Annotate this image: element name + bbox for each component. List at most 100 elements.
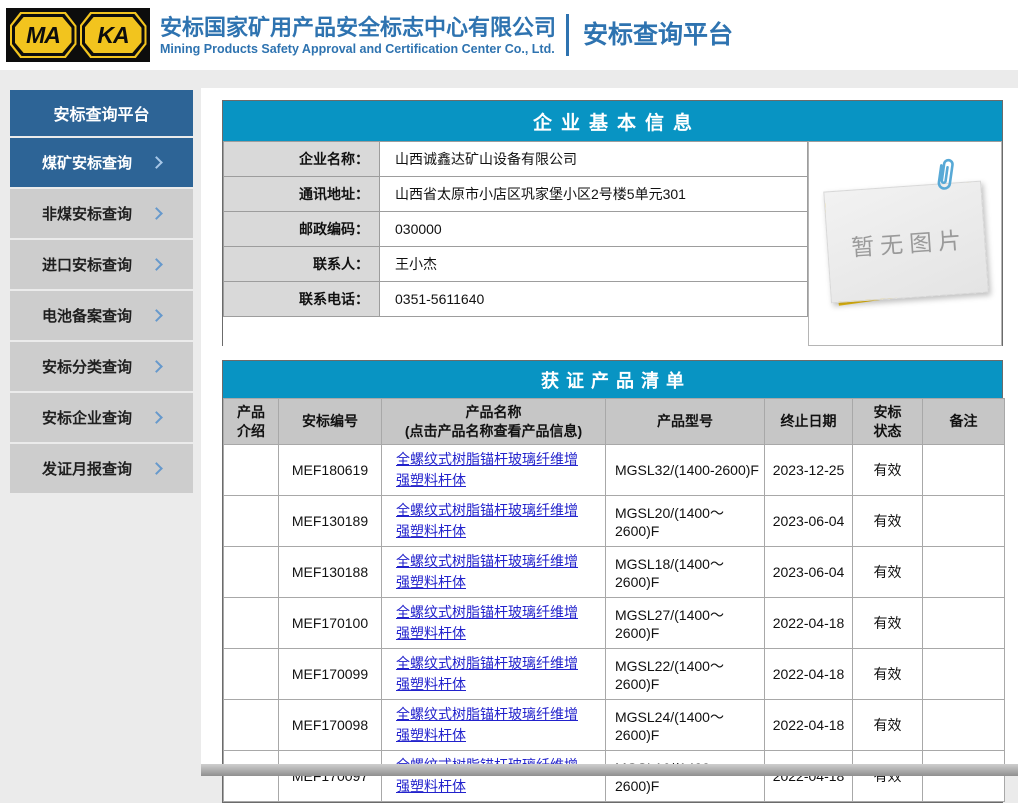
product-name-cell: 全螺纹式树脂锚杆玻璃纤维增强塑料杆体 <box>382 445 606 496</box>
page-bottom-shadow <box>201 764 1018 776</box>
product-name-cell: 全螺纹式树脂锚杆玻璃纤维增强塑料杆体 <box>382 751 606 802</box>
product-name-cell: 全螺纹式树脂锚杆玻璃纤维增强塑料杆体 <box>382 496 606 547</box>
maka-logo: MA KA <box>6 8 150 62</box>
company-name-label: 企业名称： <box>224 142 380 177</box>
sidebar-item-label: 发证月报查询 <box>42 458 132 479</box>
table-row: MEF170098 全螺纹式树脂锚杆玻璃纤维增强塑料杆体 MGSL24/(140… <box>224 700 1005 751</box>
note-cell <box>923 649 1005 700</box>
sidebar-title: 安标查询平台 <box>10 90 193 136</box>
end-date-cell: 2022-04-18 <box>765 598 853 649</box>
product-name-link[interactable]: 全螺纹式树脂锚杆玻璃纤维增强塑料杆体 <box>396 451 578 488</box>
status-cell: 有效 <box>853 598 923 649</box>
chevron-right-icon <box>150 258 163 271</box>
no-image-card: 暂无图片 <box>823 181 988 304</box>
ma-badge-icon: MA <box>10 12 77 58</box>
table-row: 联系人： 王小杰 <box>224 247 808 282</box>
table-row: 通讯地址： 山西省太原市小店区巩家堡小区2号楼5单元301 <box>224 177 808 212</box>
note-cell <box>923 547 1005 598</box>
ma-badge-text: MA <box>15 17 72 53</box>
org-name-cn: 安标国家矿用产品安全标志中心有限公司 <box>160 14 556 42</box>
address-label: 通讯地址： <box>224 177 380 212</box>
chevron-right-icon <box>150 360 163 373</box>
col-header-note: 备注 <box>923 399 1005 445</box>
note-cell <box>923 598 1005 649</box>
chevron-right-icon <box>150 411 163 424</box>
product-list-title: 获证产品清单 <box>223 361 1002 398</box>
sidebar-item-battery-query[interactable]: 电池备案查询 <box>10 291 193 340</box>
approval-code-cell: MEF130189 <box>279 496 382 547</box>
org-name-en: Mining Products Safety Approval and Cert… <box>160 42 556 56</box>
col-header-product-intro: 产品介绍 <box>224 399 279 445</box>
product-name-link[interactable]: 全螺纹式树脂锚杆玻璃纤维增强塑料杆体 <box>396 502 578 539</box>
sidebar-item-monthly-report-query[interactable]: 发证月报查询 <box>10 444 193 493</box>
sidebar-item-label: 安标企业查询 <box>42 407 132 428</box>
col-header-end-date: 终止日期 <box>765 399 853 445</box>
approval-code-cell: MEF180619 <box>279 445 382 496</box>
product-list-section: 获证产品清单 产品介绍 安标编号 产品名称(点击产品名称查看产品信息) <box>222 360 1003 803</box>
sidebar-item-label: 进口安标查询 <box>42 254 132 275</box>
status-cell: 有效 <box>853 445 923 496</box>
main-panel: 企业基本信息 企业名称： 山西诚鑫达矿山设备有限公司 通讯地址： 山西省太原市小… <box>201 88 1018 764</box>
contact-person-value: 王小杰 <box>380 247 808 282</box>
col-header-status: 安标状态 <box>853 399 923 445</box>
end-date-cell: 2023-12-25 <box>765 445 853 496</box>
col-header-approval-code: 安标编号 <box>279 399 382 445</box>
sidebar-item-label: 电池备案查询 <box>42 305 132 326</box>
product-model-cell: MGSL22/(1400～2600)F <box>606 649 765 700</box>
product-intro-cell <box>224 700 279 751</box>
header-divider <box>566 14 569 56</box>
note-cell <box>923 445 1005 496</box>
table-row: 邮政编码： 030000 <box>224 212 808 247</box>
table-row: 联系电话： 0351-5611640 <box>224 282 808 317</box>
sidebar-item-label: 非煤安标查询 <box>42 203 132 224</box>
product-name-cell: 全螺纹式树脂锚杆玻璃纤维增强塑料杆体 <box>382 598 606 649</box>
postcode-label: 邮政编码： <box>224 212 380 247</box>
org-names: 安标国家矿用产品安全标志中心有限公司 Mining Products Safet… <box>160 14 556 56</box>
product-name-link[interactable]: 全螺纹式树脂锚杆玻璃纤维增强塑料杆体 <box>396 655 578 692</box>
product-name-link[interactable]: 全螺纹式树脂锚杆玻璃纤维增强塑料杆体 <box>396 553 578 590</box>
status-cell: 有效 <box>853 496 923 547</box>
end-date-cell: 2022-04-18 <box>765 751 853 802</box>
status-cell: 有效 <box>853 751 923 802</box>
product-model-cell: MGSL18/(1400～2600)F <box>606 547 765 598</box>
table-row: MEF180619 全螺纹式树脂锚杆玻璃纤维增强塑料杆体 MGSL32/(140… <box>224 445 1005 496</box>
ka-badge-text: KA <box>85 17 142 53</box>
product-name-link[interactable]: 全螺纹式树脂锚杆玻璃纤维增强塑料杆体 <box>396 604 578 641</box>
status-cell: 有效 <box>853 649 923 700</box>
product-table-header-row: 产品介绍 安标编号 产品名称(点击产品名称查看产品信息) 产品型号 终止日期 <box>224 399 1005 445</box>
sidebar-item-import-query[interactable]: 进口安标查询 <box>10 240 193 289</box>
enterprise-info-section: 企业基本信息 企业名称： 山西诚鑫达矿山设备有限公司 通讯地址： 山西省太原市小… <box>222 100 1003 346</box>
product-name-cell: 全螺纹式树脂锚杆玻璃纤维增强塑料杆体 <box>382 547 606 598</box>
company-image-placeholder: 暂无图片 <box>808 141 1003 346</box>
product-intro-cell <box>224 547 279 598</box>
end-date-cell: 2022-04-18 <box>765 649 853 700</box>
paperclip-icon <box>930 155 959 196</box>
address-value: 山西省太原市小店区巩家堡小区2号楼5单元301 <box>380 177 808 212</box>
end-date-cell: 2023-06-04 <box>765 496 853 547</box>
table-row: MEF170099 全螺纹式树脂锚杆玻璃纤维增强塑料杆体 MGSL22/(140… <box>224 649 1005 700</box>
end-date-cell: 2023-06-04 <box>765 547 853 598</box>
approval-code-cell: MEF170100 <box>279 598 382 649</box>
product-model-cell: MGSL27/(1400～2600)F <box>606 598 765 649</box>
no-image-text: 暂无图片 <box>843 221 967 263</box>
product-intro-cell <box>224 496 279 547</box>
product-table: 产品介绍 安标编号 产品名称(点击产品名称查看产品信息) 产品型号 终止日期 <box>223 398 1005 802</box>
product-intro-cell <box>224 598 279 649</box>
sidebar-item-enterprise-query[interactable]: 安标企业查询 <box>10 393 193 442</box>
product-name-link[interactable]: 全螺纹式树脂锚杆玻璃纤维增强塑料杆体 <box>396 706 578 743</box>
approval-code-cell: MEF170099 <box>279 649 382 700</box>
note-cell <box>923 496 1005 547</box>
approval-code-cell: MEF130188 <box>279 547 382 598</box>
sidebar-item-coal-query[interactable]: 煤矿安标查询 <box>10 138 193 187</box>
sidebar-item-category-query[interactable]: 安标分类查询 <box>10 342 193 391</box>
platform-title: 安标查询平台 <box>583 15 733 55</box>
product-name-cell: 全螺纹式树脂锚杆玻璃纤维增强塑料杆体 <box>382 649 606 700</box>
approval-code-cell: MEF170097 <box>279 751 382 802</box>
table-row: MEF170100 全螺纹式树脂锚杆玻璃纤维增强塑料杆体 MGSL27/(140… <box>224 598 1005 649</box>
product-intro-cell <box>224 445 279 496</box>
status-cell: 有效 <box>853 547 923 598</box>
sidebar: 安标查询平台 煤矿安标查询 非煤安标查询 进口安标查询 电池备案查询 安标分类查… <box>10 90 193 495</box>
product-model-cell: MGSL16/(1400～2600)F <box>606 751 765 802</box>
sidebar-item-noncoal-query[interactable]: 非煤安标查询 <box>10 189 193 238</box>
contact-phone-value: 0351-5611640 <box>380 282 808 317</box>
